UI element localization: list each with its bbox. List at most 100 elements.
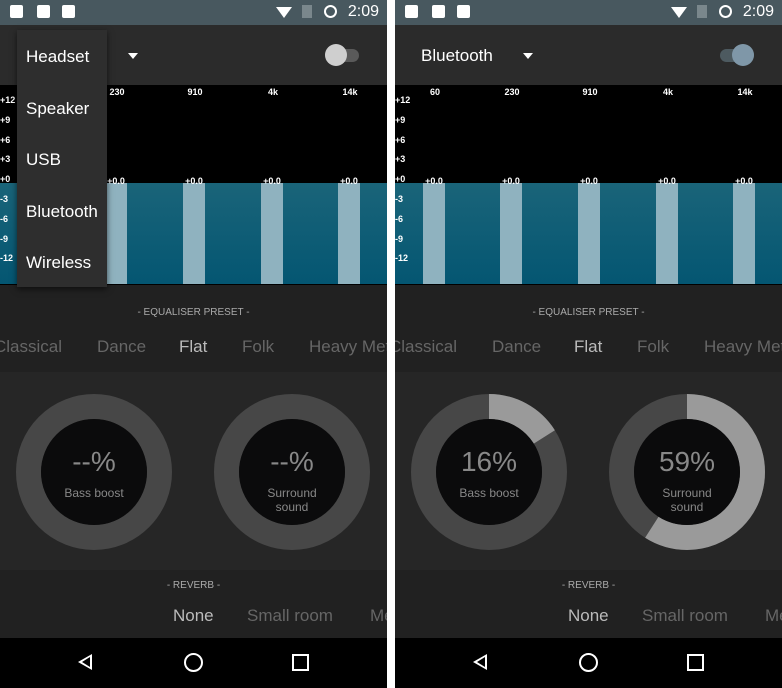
preset-dance[interactable]: Dance (97, 337, 146, 357)
reverb-me[interactable]: Me (765, 606, 782, 626)
y-tick-label: +0 (395, 174, 406, 185)
y-tick-label: +3 (0, 154, 11, 165)
sync-icon (719, 5, 732, 18)
no-sim-icon (697, 5, 707, 18)
back-icon-inner (477, 657, 485, 667)
menu-item-wireless[interactable]: Wireless (26, 253, 91, 273)
preset-classical[interactable]: Classical (395, 337, 457, 357)
y-tick-label: -6 (395, 213, 404, 224)
band-slider-14k[interactable] (733, 183, 755, 284)
sync-icon (324, 5, 337, 18)
band-slider-4k[interactable] (261, 183, 283, 284)
dropdown-arrow-icon[interactable] (523, 53, 533, 59)
band-frequency-label: 14k (737, 87, 753, 97)
y-tick-label: +12 (395, 95, 411, 105)
output-device-menu: Headset Speaker USB Bluetooth Wireless (17, 30, 107, 287)
preset-folk[interactable]: Folk (242, 337, 274, 357)
clipboard-check-icon (37, 5, 50, 18)
preset-heavy-met[interactable]: Heavy Met (704, 337, 782, 357)
menu-item-speaker[interactable]: Speaker (26, 99, 89, 119)
navigation-bar (395, 638, 782, 688)
menu-item-headset[interactable]: Headset (26, 47, 89, 67)
navigation-bar (0, 638, 387, 688)
back-icon-inner (82, 657, 90, 667)
preset-label: - EQUALISER PRESET - (532, 307, 645, 318)
band-value-label: +0.0 (735, 176, 753, 186)
status-bar: 2:09 (0, 0, 387, 25)
phone-screen-1: 2:09Headset+12+9+6+3+0-3-6-9-1260+0.0230… (0, 0, 387, 688)
dial-label: Surround sound (662, 486, 712, 514)
band-frequency-label: 230 (504, 87, 520, 97)
reverb-none[interactable]: None (568, 606, 609, 626)
clock: 2:09 (742, 3, 774, 20)
dial-value: --% (72, 446, 116, 477)
surround-dial[interactable]: 59% Surround sound (609, 394, 765, 550)
surround-dial[interactable]: --% Surround sound (214, 394, 370, 550)
band-frequency-label: 14k (342, 87, 358, 97)
recents-icon[interactable] (292, 654, 309, 671)
band-slider-910[interactable] (578, 183, 600, 284)
band-frequency-label: 4k (267, 87, 278, 97)
preset-flat[interactable]: Flat (574, 337, 602, 357)
preset-folk[interactable]: Folk (637, 337, 669, 357)
play-store-icon (62, 5, 75, 18)
reverb-small-room[interactable]: Small room (642, 606, 728, 626)
reverb-label: - REVERB - (561, 580, 616, 591)
y-tick-label: -3 (395, 194, 404, 204)
reverb-label: - REVERB - (166, 580, 221, 591)
home-icon[interactable] (579, 653, 598, 672)
reverb-none[interactable]: None (173, 606, 214, 626)
equaliser-toggle[interactable] (325, 43, 359, 67)
menu-item-bluetooth[interactable]: Bluetooth (26, 202, 98, 222)
band-frequency-label: 60 (429, 87, 440, 97)
equaliser-graph[interactable]: +12 +9 +6 +3 +0 -3 -6 -9 -12 60 +0.0 230 +0.0 910 +0.0… (395, 85, 782, 285)
y-tick-label: +6 (395, 134, 406, 145)
band-slider-60[interactable] (423, 183, 445, 284)
reverb-me[interactable]: Me (370, 606, 387, 626)
equaliser-toggle[interactable] (720, 43, 754, 67)
bass-boost-dial[interactable]: 16% Bass boost (411, 394, 567, 550)
band-value-label: +0.0 (502, 176, 520, 186)
toggle-thumb (732, 44, 754, 66)
band-slider-230[interactable] (105, 183, 127, 284)
band-slider-910[interactable] (183, 183, 205, 284)
dial-value: --% (270, 446, 314, 477)
dial-value: 59% (658, 446, 716, 477)
band-frequency-label: 910 (187, 87, 203, 97)
preset-heavy-met[interactable]: Heavy Met (309, 337, 387, 357)
dropdown-arrow-icon[interactable] (128, 53, 138, 59)
dial-label: Surround sound (267, 486, 317, 514)
menu-item-usb[interactable]: USB (26, 150, 61, 170)
home-icon[interactable] (184, 653, 203, 672)
band-value-label: +0.0 (658, 176, 676, 186)
reverb-small-room[interactable]: Small room (247, 606, 333, 626)
y-tick-label: +6 (0, 134, 11, 145)
effects-section: --% Bass boost --% Surround sound (0, 372, 387, 570)
recents-icon[interactable] (687, 654, 704, 671)
preset-flat[interactable]: Flat (179, 337, 207, 357)
play-store-icon (457, 5, 470, 18)
no-sim-icon (302, 5, 312, 18)
image-icon (405, 5, 418, 18)
y-tick-label: -6 (0, 213, 9, 224)
output-device-select[interactable]: Bluetooth (421, 46, 493, 66)
band-value-label: +0.0 (340, 176, 358, 186)
preset-section: - EQUALISER PRESET - Classical Dance Flat Fo… (0, 285, 387, 372)
band-slider-230[interactable] (500, 183, 522, 284)
bass-boost-dial[interactable]: --% Bass boost (16, 394, 172, 550)
band-slider-14k[interactable] (338, 183, 360, 284)
band-frequency-label: 4k (662, 87, 673, 97)
y-tick-label: -9 (0, 233, 9, 244)
toolbar: Bluetooth (395, 25, 782, 85)
wifi-icon (671, 7, 687, 18)
y-tick-label: -9 (395, 233, 404, 244)
band-value-label: +0.0 (425, 176, 443, 186)
band-slider-4k[interactable] (656, 183, 678, 284)
preset-section: - EQUALISER PRESET - Classical Dance Flat Fo… (395, 285, 782, 372)
clock: 2:09 (347, 3, 379, 20)
preset-dance[interactable]: Dance (492, 337, 541, 357)
preset-label: - EQUALISER PRESET - (137, 307, 250, 318)
y-tick-label: +9 (0, 114, 11, 125)
reverb-section: - REVERB - None Small room Me (0, 570, 387, 638)
preset-classical[interactable]: Classical (0, 337, 62, 357)
